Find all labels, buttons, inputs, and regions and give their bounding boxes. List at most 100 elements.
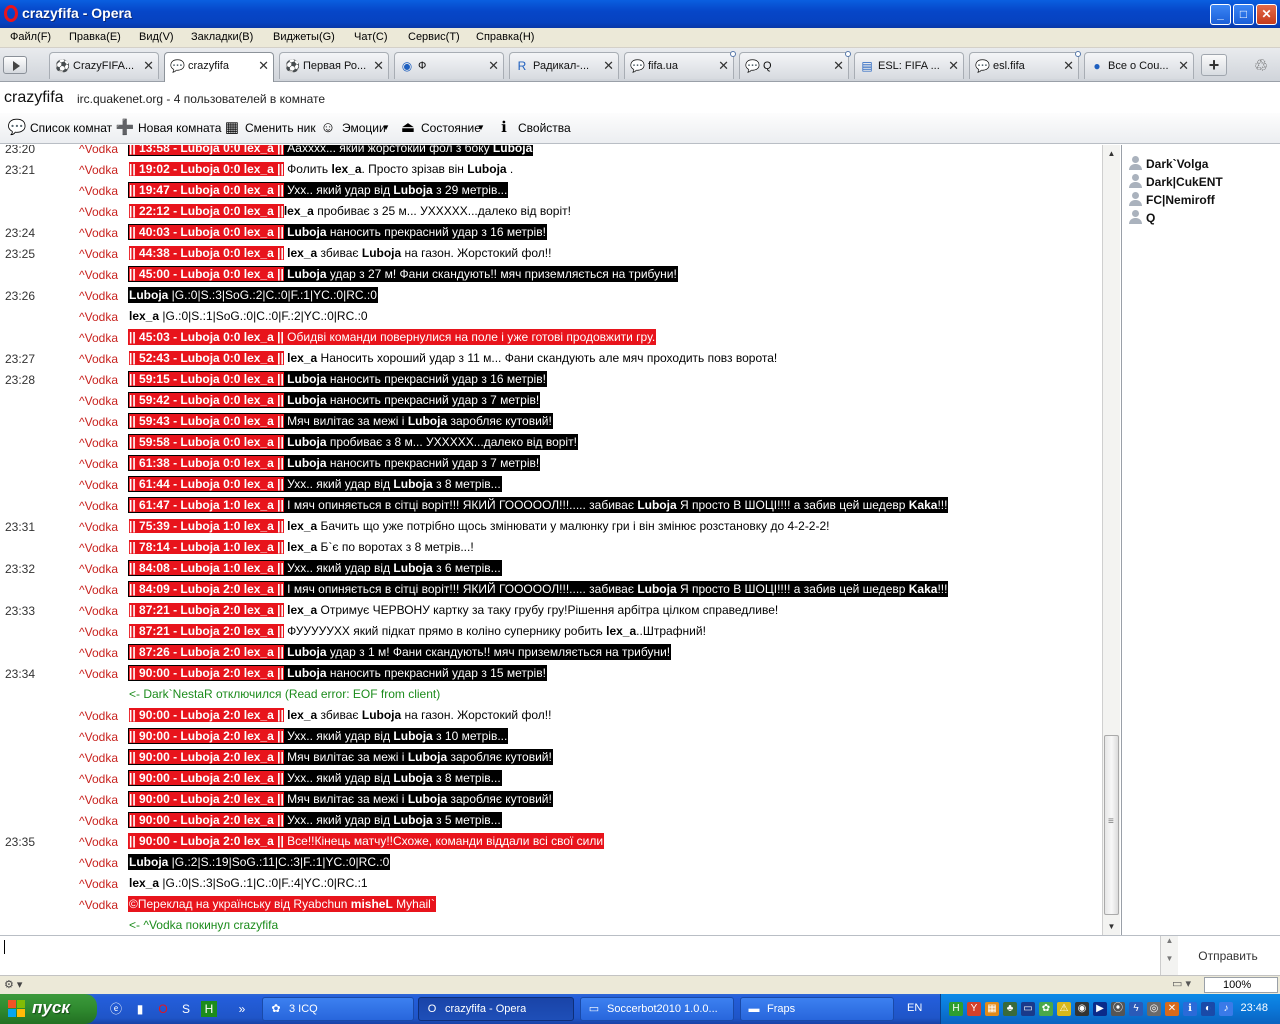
trash-icon[interactable]: ♲ <box>1250 56 1272 76</box>
close-tab-icon[interactable]: ✕ <box>718 58 729 74</box>
nickname[interactable]: ^Vodka <box>78 247 118 261</box>
quicklaunch-app-icon[interactable]: ▮ <box>132 1001 148 1017</box>
taskbar-button-2[interactable]: ▭ Soccerbot2010 1.0.0... <box>580 997 734 1021</box>
close-button[interactable]: ✕ <box>1256 4 1277 25</box>
nickname[interactable]: ^Vodka <box>78 835 118 849</box>
nickname[interactable]: ^Vodka <box>78 226 118 240</box>
panel-toggle-button[interactable] <box>3 56 27 74</box>
nickname[interactable]: ^Vodka <box>78 457 118 471</box>
nickname[interactable]: ^Vodka <box>78 709 118 723</box>
quicklaunch-ie-icon[interactable]: ⓔ <box>108 1001 124 1017</box>
tray-icon-13[interactable]: ✕ <box>1165 1002 1179 1016</box>
nickname[interactable]: ^Vodka <box>78 814 118 828</box>
quicklaunch-more-icon[interactable]: » <box>234 1001 250 1017</box>
nickname[interactable]: ^Vodka <box>78 331 118 345</box>
zoom-select[interactable]: 100% <box>1204 977 1278 993</box>
close-tab-icon[interactable]: ✕ <box>603 58 614 74</box>
menu-widgets[interactable]: Виджеты(G) <box>273 31 335 43</box>
nickname[interactable]: ^Vodka <box>78 856 118 870</box>
nickname[interactable]: ^Vodka <box>78 415 118 429</box>
nickname[interactable]: ^Vodka <box>78 625 118 639</box>
close-tab-icon[interactable]: ✕ <box>373 58 384 74</box>
close-tab-icon[interactable]: ✕ <box>1063 58 1074 74</box>
scroll-down-icon[interactable]: ▼ <box>1103 918 1120 935</box>
nickname[interactable]: ^Vodka <box>78 478 118 492</box>
nickname[interactable]: ^Vodka <box>78 751 118 765</box>
user-list-item[interactable]: Dark|CukENT <box>1128 173 1278 191</box>
nickname[interactable]: ^Vodka <box>78 646 118 660</box>
tab-6[interactable]: 💬 Q ✕ <box>739 51 851 79</box>
menu-chat[interactable]: Чат(C) <box>354 31 388 43</box>
nickname[interactable]: ^Vodka <box>78 205 118 219</box>
menu-file[interactable]: Файл(F) <box>10 31 51 43</box>
input-scrollbar[interactable]: ▲ ▼ <box>1160 936 1178 976</box>
tray-icon-2[interactable]: Y <box>967 1002 981 1016</box>
maximize-button[interactable]: □ <box>1233 4 1254 25</box>
nickname[interactable]: ^Vodka <box>78 793 118 807</box>
taskbar-button-1[interactable]: Ocrazyfifa - Opera <box>418 997 574 1021</box>
nickname[interactable]: ^Vodka <box>78 604 118 618</box>
tab-9[interactable]: ● Все о Cou... ✕ <box>1084 52 1194 79</box>
menu-tools[interactable]: Сервис(T) <box>408 31 460 43</box>
nickname[interactable]: ^Vodka <box>78 667 118 681</box>
send-button[interactable]: Отправить <box>1180 938 1276 974</box>
nickname[interactable]: ^Vodka <box>78 145 118 156</box>
nickname[interactable]: ^Vodka <box>78 499 118 513</box>
tab-7[interactable]: ▤ ESL: FIFA ... ✕ <box>854 52 964 79</box>
nickname[interactable]: ^Vodka <box>78 373 118 387</box>
user-list-item[interactable]: Q <box>1128 209 1278 227</box>
quicklaunch-opera-icon[interactable]: O <box>155 1001 171 1017</box>
language-indicator[interactable]: EN <box>907 1002 922 1014</box>
user-list-item[interactable]: FC|Nemiroff <box>1128 191 1278 209</box>
menu-help[interactable]: Справка(H) <box>476 31 534 43</box>
menu-edit[interactable]: Правка(E) <box>69 31 121 43</box>
tray-icon-8[interactable]: ◉ <box>1075 1002 1089 1016</box>
toolbar-button-4[interactable]: Состояние <box>421 121 481 135</box>
nickname[interactable]: ^Vodka <box>78 352 118 366</box>
nickname[interactable]: ^Vodka <box>78 163 118 177</box>
tray-icon-10[interactable]: ⦿ <box>1111 1002 1125 1016</box>
tray-icon-11[interactable]: ϟ <box>1129 1002 1143 1016</box>
close-tab-icon[interactable]: ✕ <box>833 58 844 74</box>
nickname[interactable]: ^Vodka <box>78 898 118 912</box>
tab-0[interactable]: ⚽ CrazyFIFA... ✕ <box>49 52 159 79</box>
close-tab-icon[interactable]: ✕ <box>948 58 959 74</box>
tab-2[interactable]: ⚽ Первая Ро... ✕ <box>279 52 389 79</box>
dropdown-arrow-icon[interactable]: ▼ <box>477 123 485 132</box>
close-tab-icon[interactable]: ✕ <box>143 58 154 74</box>
chat-scrollbar[interactable]: ▲ ▼ <box>1102 145 1120 935</box>
view-mode-icon[interactable]: ▭ ▾ <box>1172 977 1198 993</box>
tray-icon-6[interactable]: ✿ <box>1039 1002 1053 1016</box>
nickname[interactable]: ^Vodka <box>78 310 118 324</box>
toolbar-button-5[interactable]: Свойства <box>518 121 571 135</box>
nickname[interactable]: ^Vodka <box>78 541 118 555</box>
nickname[interactable]: ^Vodka <box>78 562 118 576</box>
tray-icon-12[interactable]: ◎ <box>1147 1002 1161 1016</box>
scroll-up-icon[interactable]: ▲ <box>1103 145 1120 162</box>
quicklaunch-skype-icon[interactable]: S <box>178 1001 194 1017</box>
taskbar-button-0[interactable]: ✿ 3 ICQ <box>262 997 414 1021</box>
tray-icon-1[interactable]: H <box>949 1002 963 1016</box>
tray-icon-14[interactable]: ℹ <box>1183 1002 1197 1016</box>
dropdown-arrow-icon[interactable]: ▼ <box>382 123 390 132</box>
tray-icon-15[interactable]: ◐ <box>1201 1002 1215 1016</box>
tab-1[interactable]: 💬 crazyfifa ✕ <box>164 52 274 82</box>
nickname[interactable]: ^Vodka <box>78 877 118 891</box>
toolbar-button-1[interactable]: Новая комната <box>138 121 221 135</box>
user-list-item[interactable]: Dark`Volga <box>1128 155 1278 173</box>
close-tab-icon[interactable]: ✕ <box>258 58 269 74</box>
nickname[interactable]: ^Vodka <box>78 394 118 408</box>
tab-8[interactable]: 💬 esl.fifa ✕ <box>969 51 1081 79</box>
tray-icon-16[interactable]: ♪ <box>1219 1002 1233 1016</box>
nickname[interactable]: ^Vodka <box>78 520 118 534</box>
minimize-button[interactable]: _ <box>1210 4 1231 25</box>
nickname[interactable]: ^Vodka <box>78 436 118 450</box>
scroll-thumb[interactable] <box>1104 735 1119 915</box>
nickname[interactable]: ^Vodka <box>78 730 118 744</box>
menu-view[interactable]: Вид(V) <box>139 31 174 43</box>
toolbar-button-0[interactable]: Список комнат <box>30 121 112 135</box>
status-settings-icon[interactable]: ⚙ ▾ <box>4 978 22 991</box>
toolbar-button-2[interactable]: Сменить ник <box>245 121 316 135</box>
tray-icon-4[interactable]: ♣ <box>1003 1002 1017 1016</box>
start-button[interactable]: пуск <box>0 994 97 1024</box>
